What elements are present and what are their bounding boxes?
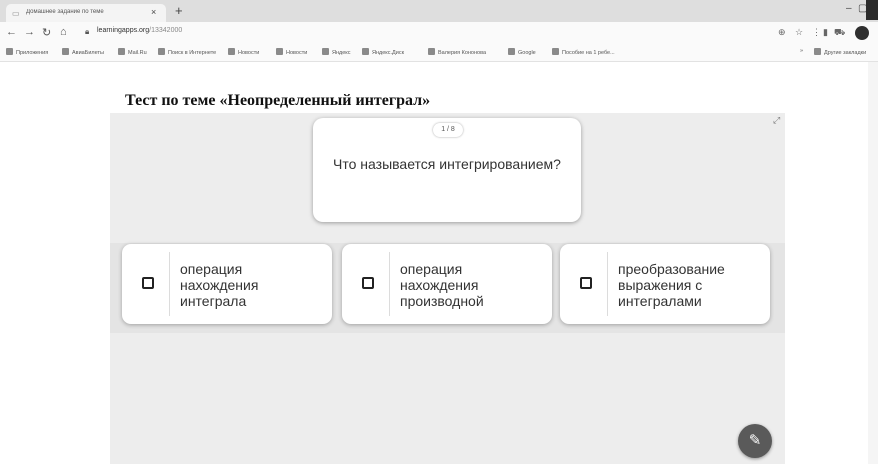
- answer-checkbox[interactable]: [362, 277, 374, 289]
- question-card: 1 / 8 Что называется интегрированием?: [313, 118, 581, 222]
- zoom-icon[interactable]: ⊕: [778, 27, 786, 38]
- divider: [607, 252, 608, 316]
- cart-icon[interactable]: ⛟: [834, 27, 845, 39]
- answer-checkbox[interactable]: [580, 277, 592, 289]
- answer-checkbox[interactable]: [142, 277, 154, 289]
- new-tab-button[interactable]: +: [175, 3, 183, 18]
- bookmark-other[interactable]: Другие закладки: [814, 48, 866, 56]
- question-text: Что называется интегрированием?: [333, 156, 561, 172]
- bookmark-yandex-disk[interactable]: Яндекс.Диск: [362, 48, 404, 56]
- url-text: learningapps.org/13342000: [97, 27, 183, 34]
- favicon-icon: ▭: [12, 9, 20, 18]
- extension-icon[interactable]: ▮: [823, 27, 828, 38]
- question-counter: 1 / 8: [433, 123, 463, 137]
- answer-option-3[interactable]: преобразование выражения с интегралами: [560, 244, 770, 324]
- divider: [389, 252, 390, 316]
- minimize-icon[interactable]: –: [846, 3, 852, 14]
- bookmark-apps[interactable]: Приложения: [6, 48, 48, 56]
- page-scrollbar[interactable]: [868, 62, 878, 464]
- bookmark-google[interactable]: Google: [508, 48, 536, 56]
- edit-check-icon: ✎: [748, 432, 762, 449]
- bookmark-yandex[interactable]: Яндекс: [322, 48, 351, 56]
- answer-label: преобразование выражения с интегралами: [618, 261, 725, 309]
- bookmark-news-2[interactable]: Новости: [276, 48, 307, 56]
- reload-icon[interactable]: ↻: [42, 26, 51, 39]
- learningapps-quiz: ⤢ 1 / 8 Что называется интегрированием? …: [110, 113, 785, 464]
- page-title: Тест по теме «Неопределенный интеграл»: [125, 92, 431, 109]
- bookmark-news[interactable]: Новости: [228, 48, 259, 56]
- bookmarks-overflow[interactable]: »: [800, 48, 803, 54]
- tab-strip: ▭ Домашнее задание по теме × + – ▢: [0, 0, 878, 22]
- answer-option-2[interactable]: операция нахождения производной: [342, 244, 552, 324]
- tab-close-button[interactable]: ×: [151, 7, 156, 17]
- profile-avatar[interactable]: [855, 26, 869, 40]
- address-bar[interactable]: 🔒︎ learningapps.org/13342000: [85, 25, 785, 41]
- browser-window: ▭ Домашнее задание по теме × + – ▢ ← → ↻…: [0, 0, 878, 464]
- bookmark-search[interactable]: Поиск в Интернете: [158, 48, 216, 56]
- answer-option-1[interactable]: операция нахождения интеграла: [122, 244, 332, 324]
- bookmark-avia[interactable]: АвиаБилеты: [62, 48, 104, 56]
- bookmark-mail[interactable]: Mail.Ru: [118, 48, 147, 56]
- window-edge: [866, 0, 878, 20]
- star-icon[interactable]: ☆: [795, 27, 803, 38]
- fullscreen-icon[interactable]: ⤢: [773, 115, 780, 126]
- bookmarks-bar: Приложения АвиаБилеты Mail.Ru Поиск в Ин…: [0, 44, 878, 62]
- back-icon[interactable]: ←: [6, 26, 17, 38]
- answer-label: операция нахождения производной: [400, 261, 484, 309]
- answer-label: операция нахождения интеграла: [180, 261, 259, 309]
- bookmark-valeria[interactable]: Валерия Кононова: [428, 48, 486, 56]
- bookmark-posobie[interactable]: Пособие на 1 ребе...: [552, 48, 615, 56]
- extension-icon[interactable]: ⋮: [812, 27, 821, 38]
- home-icon[interactable]: ⌂: [60, 26, 67, 38]
- check-answers-button[interactable]: ✎: [738, 424, 772, 458]
- browser-tab[interactable]: ▭ Домашнее задание по теме ×: [6, 4, 166, 22]
- toolbar: ← → ↻ ⌂ 🔒︎ learningapps.org/13342000 ⊕ ☆…: [0, 22, 878, 44]
- lock-icon: 🔒︎: [85, 27, 90, 36]
- tab-title: Домашнее задание по теме: [26, 9, 104, 15]
- divider: [169, 252, 170, 316]
- forward-icon[interactable]: →: [24, 26, 35, 38]
